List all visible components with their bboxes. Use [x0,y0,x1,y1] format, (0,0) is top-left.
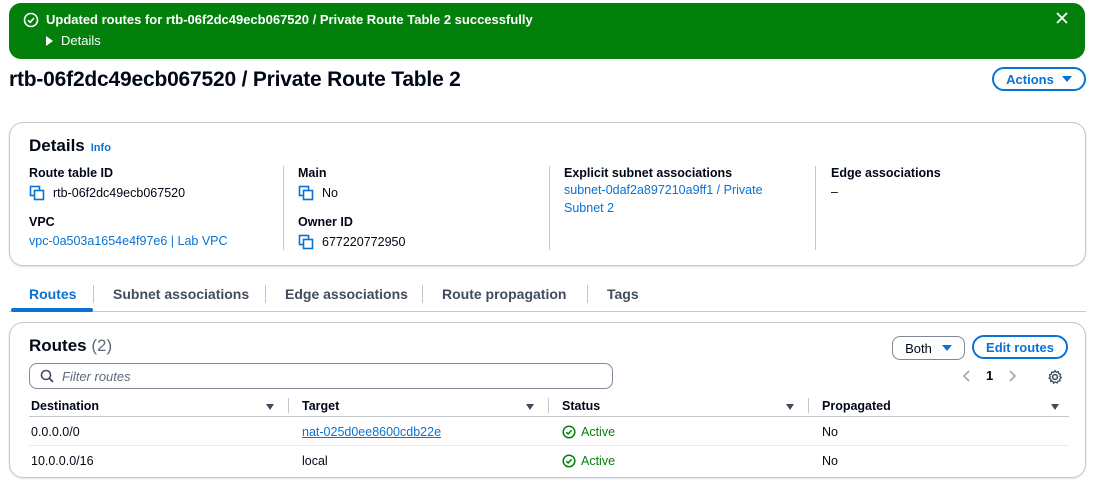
destination-cell: 0.0.0.0/0 [31,425,80,439]
route-table-id-value: rtb-06f2dc49ecb067520 [53,186,186,200]
tab-routes[interactable]: Routes [29,286,76,302]
routes-title: Routes [29,336,87,355]
success-check-icon [562,425,576,439]
tab-divider [422,285,423,303]
vpc-link[interactable]: vpc-0a503a1654e4f97e6 | Lab VPC [29,234,228,248]
edge-associations-label: Edge associations [831,166,941,180]
flash-message: Updated routes for rtb-06f2dc49ecb067520… [46,12,533,27]
target-link[interactable]: nat-025d0ee8600cdb22e [302,425,441,439]
propagated-cell: No [822,454,838,468]
col-status[interactable]: Status [562,399,600,413]
status-cell: Active [562,454,615,468]
main-label: Main [298,166,327,180]
target-cell: local [302,454,328,468]
tab-divider [587,285,588,303]
col-destination[interactable]: Destination [31,399,99,413]
propagated-cell: No [822,425,838,439]
details-col-1: Route table ID rtb-06f2dc49ecb067520 VPC… [29,166,279,250]
search-icon [40,369,54,383]
route-filter-dropdown[interactable]: Both [892,336,965,360]
pagination: 1 [962,368,1017,383]
flash-details-label: Details [61,33,101,48]
success-flash-banner: Updated routes for rtb-06f2dc49ecb067520… [9,3,1085,59]
tab-divider [265,285,266,303]
flash-details-toggle[interactable]: Details [46,33,101,48]
details-col-3: Explicit subnet associations subnet-0daf… [549,166,815,250]
copy-icon[interactable] [29,185,45,201]
info-link[interactable]: Info [91,142,111,154]
caret-down-icon [941,345,952,351]
actions-button[interactable]: Actions [992,67,1086,91]
route-filter-value: Both [905,340,932,356]
tab-route-propagation[interactable]: Route propagation [442,286,566,302]
edit-routes-button[interactable]: Edit routes [972,335,1068,359]
owner-id-value: 677220772950 [322,235,406,249]
details-col-2: Main No Owner ID 677220772950 [283,166,548,250]
chevron-right-icon[interactable] [1007,369,1017,383]
details-col-4: Edge associations – [815,166,1065,250]
subnet-link[interactable]: subnet-0daf2a897210a9ff1 / Private Subne… [564,181,794,217]
explicit-subnet-label: Explicit subnet associations [564,166,733,180]
routes-heading: Routes (2) [29,336,112,356]
caret-down-icon [1061,76,1072,82]
route-table-id-label: Route table ID [29,166,114,180]
sort-caret-icon[interactable] [526,404,534,410]
routes-panel: Routes (2) Both Edit routes 1 Destinatio… [9,322,1086,478]
status-text: Active [581,454,616,468]
caret-right-icon [46,35,53,46]
tab-tags[interactable]: Tags [607,286,639,302]
active-tab-indicator [11,308,93,312]
status-text: Active [581,425,616,439]
col-target[interactable]: Target [302,399,339,413]
tab-bar: Routes Subnet associations Edge associat… [9,282,1086,312]
main-value: No [322,186,338,200]
table-row: 0.0.0.0/0 nat-025d0ee8600cdb22e Active N… [29,418,1069,446]
page-title: rtb-06f2dc49ecb067520 / Private Route Ta… [9,68,461,91]
tab-subnet-associations[interactable]: Subnet associations [113,286,249,302]
filter-routes-search[interactable] [29,363,613,389]
gear-icon[interactable] [1047,369,1063,385]
routes-count: (2) [91,336,113,355]
tab-edge-associations[interactable]: Edge associations [285,286,408,302]
actions-label: Actions [1006,71,1054,87]
sort-caret-icon[interactable] [266,404,274,410]
column-divider[interactable] [808,398,809,413]
copy-icon[interactable] [298,185,314,201]
success-check-icon [562,454,576,468]
status-cell: Active [562,425,615,439]
sort-caret-icon[interactable] [786,404,794,410]
close-icon[interactable] [1055,11,1069,25]
column-divider[interactable] [548,398,549,413]
vpc-label: VPC [29,215,55,229]
filter-routes-input[interactable] [62,368,582,384]
table-row: 10.0.0.0/16 local Active No [29,447,1069,475]
col-propagated[interactable]: Propagated [822,399,891,413]
table-header: Destination Target Status Propagated [29,395,1069,417]
details-heading-text: Details [29,136,85,155]
success-check-icon [23,12,39,28]
details-heading: Details Info [29,136,111,156]
tab-divider [93,285,94,303]
page-number[interactable]: 1 [986,368,993,383]
owner-id-label: Owner ID [298,215,353,229]
details-panel: Details Info Route table ID rtb-06f2dc49e… [9,122,1086,266]
copy-icon[interactable] [298,234,314,250]
column-divider[interactable] [288,398,289,413]
chevron-left-icon[interactable] [962,369,972,383]
sort-caret-icon[interactable] [1051,404,1059,410]
edge-associations-value: – [831,185,838,199]
destination-cell: 10.0.0.0/16 [31,454,94,468]
